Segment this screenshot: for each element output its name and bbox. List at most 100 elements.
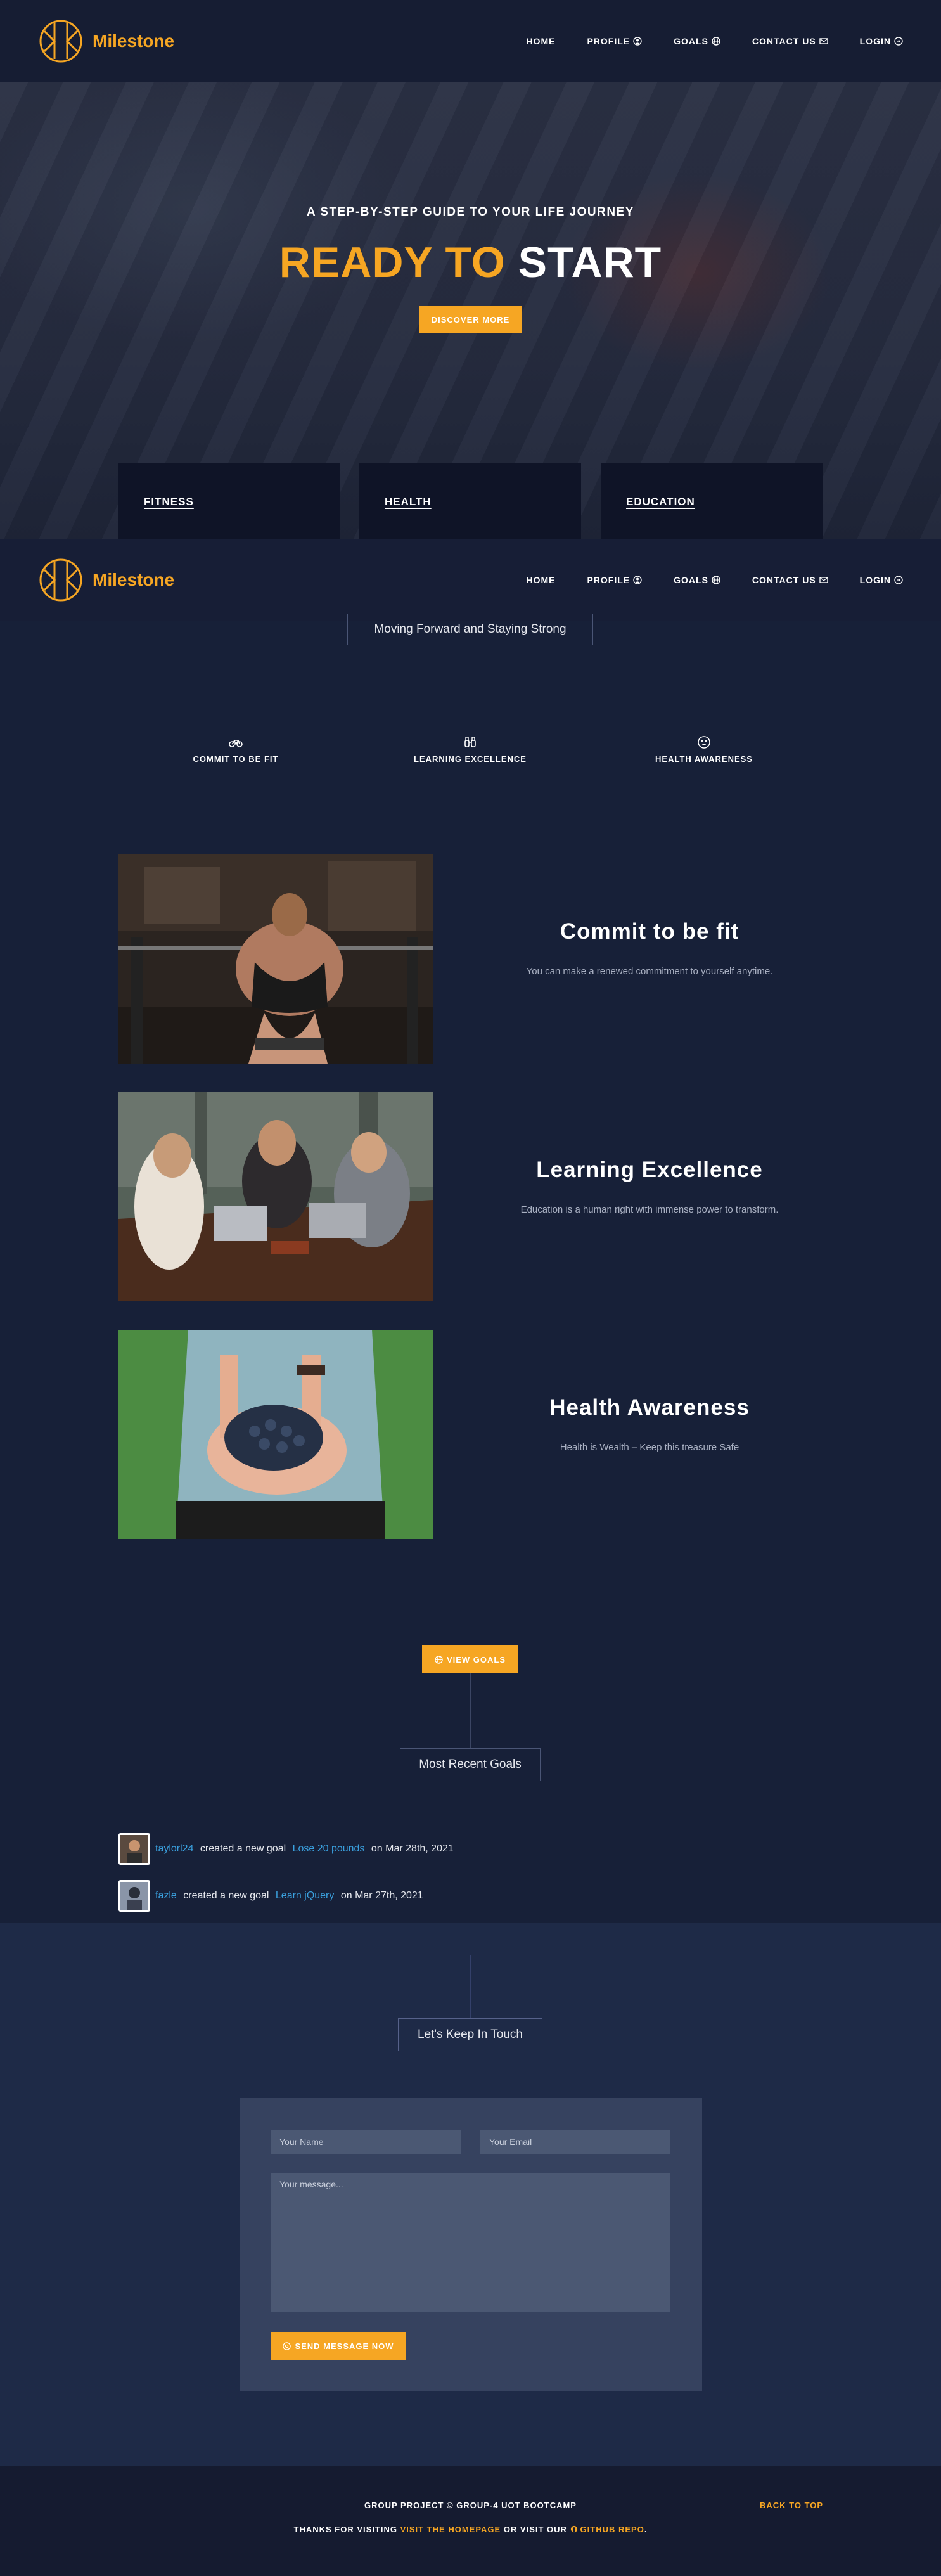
nav-profile-label: PROFILE: [587, 36, 631, 46]
milestone-logo-icon: [39, 558, 82, 602]
avatar[interactable]: [118, 1880, 150, 1912]
brand[interactable]: Milestone: [38, 18, 174, 64]
feature-label: HEALTH AWARENESS: [655, 754, 753, 764]
back-to-top-link[interactable]: BACK TO TOP: [760, 2501, 823, 2510]
bicycle-icon: [229, 740, 243, 747]
login-icon: [894, 37, 903, 46]
sticky-navbar: Milestone HOME PROFILE GOALS CONTACT US …: [0, 539, 941, 621]
hero-section: A STEP-BY-STEP GUIDE TO YOUR LIFE JOURNE…: [0, 82, 941, 539]
user-circle-icon: [633, 576, 642, 584]
feature-label: COMMIT TO BE FIT: [193, 754, 279, 764]
blueberries-hands-photo: [118, 1330, 433, 1539]
footer-or-text: OR VISIT OUR: [501, 2525, 570, 2534]
at-sign-icon: [283, 2341, 291, 2350]
block-text: Health is Wealth – Keep this treasure Sa…: [560, 1442, 739, 1453]
block-title: Learning Excellence: [536, 1157, 763, 1182]
goal-text: created a new goal: [180, 1890, 272, 1901]
category-link-health[interactable]: HEALTH: [385, 496, 432, 508]
section-label-contact: Let's Keep In Touch: [398, 2018, 542, 2051]
hero-subtitle: A STEP-BY-STEP GUIDE TO YOUR LIFE JOURNE…: [307, 205, 634, 219]
hero-title-accent: READY TO: [279, 238, 506, 287]
email-field[interactable]: Your Email: [480, 2130, 670, 2154]
gym-weightlifting-photo: [118, 854, 433, 1064]
category-card-education: EDUCATION: [601, 463, 823, 539]
brand-name: Milestone: [93, 31, 175, 51]
nav-goals-label: GOALS: [674, 36, 708, 46]
nav-home-link[interactable]: HOME: [526, 575, 555, 585]
nav-home-label: HOME: [526, 36, 556, 46]
nav-links: HOME PROFILE GOALS CONTACT US LOGIN: [526, 575, 903, 585]
user-circle-icon: [633, 37, 642, 46]
homepage-link[interactable]: VISIT THE HOMEPAGE: [400, 2525, 501, 2534]
github-icon: [570, 2525, 577, 2533]
nav-login-link[interactable]: LOGIN: [860, 36, 903, 46]
hero-title: READY TO START: [0, 238, 941, 287]
goal-user-link[interactable]: taylorl24: [155, 1843, 193, 1855]
nav-login-label: LOGIN: [859, 36, 891, 46]
github-repo-link[interactable]: GITHUB REPO: [580, 2525, 644, 2534]
nav-contact-link[interactable]: CONTACT US: [752, 36, 828, 46]
nav-contact-label: CONTACT US: [752, 575, 816, 585]
section-label-intro: Moving Forward and Staying Strong: [347, 614, 593, 645]
students-laptops-photo: [118, 1092, 433, 1301]
students-illustration: [118, 1092, 433, 1301]
feature-health-awareness: HEALTH AWARENESS: [622, 735, 786, 764]
brand-name: Milestone: [93, 570, 175, 589]
name-field[interactable]: Your Name: [271, 2130, 461, 2154]
feature-label: LEARNING EXCELLENCE: [414, 754, 527, 764]
nav-profile-link[interactable]: PROFILE: [587, 575, 642, 585]
nav-profile-link[interactable]: PROFILE: [587, 36, 642, 46]
envelope-icon: [819, 38, 828, 44]
globe-icon: [435, 1655, 443, 1664]
footer-thanks: THANKS FOR VISITING VISIT THE HOMEPAGE O…: [0, 2525, 941, 2534]
envelope-icon: [819, 577, 828, 583]
goal-date: on Mar 27th, 2021: [338, 1890, 423, 1901]
globe-icon: [712, 576, 720, 584]
binoculars-icon: [464, 737, 476, 747]
user-avatar-image: [120, 1835, 148, 1863]
nav-home-link[interactable]: HOME: [526, 36, 555, 46]
block-title: Health Awareness: [549, 1395, 750, 1420]
user-avatar-image: [120, 1882, 148, 1910]
category-link-education[interactable]: EDUCATION: [626, 496, 695, 508]
nav-profile-label: PROFILE: [587, 575, 631, 585]
feature-commit-fit: COMMIT TO BE FIT: [153, 735, 318, 764]
goal-title-link[interactable]: Lose 20 pounds: [293, 1843, 365, 1855]
gym-illustration: [118, 854, 433, 1064]
view-goals-label: VIEW GOALS: [446, 1654, 506, 1665]
divider-line: [470, 1955, 471, 2019]
nav-login-link[interactable]: LOGIN: [860, 575, 903, 585]
brand[interactable]: Milestone: [38, 557, 174, 603]
footer-period: .: [644, 2525, 648, 2534]
feature-learning-excellence: LEARNING EXCELLENCE: [388, 735, 553, 764]
smile-icon: [698, 736, 710, 749]
divider-line: [470, 1673, 471, 1748]
goal-user-link[interactable]: fazle: [155, 1890, 177, 1902]
nav-login-label: LOGIN: [859, 575, 891, 585]
category-card-health: HEALTH: [359, 463, 581, 539]
nav-goals-link[interactable]: GOALS: [674, 575, 720, 585]
nav-contact-link[interactable]: CONTACT US: [752, 575, 828, 585]
avatar[interactable]: [118, 1833, 150, 1865]
login-icon: [894, 576, 903, 584]
block-text: Education is a human right with immense …: [520, 1204, 779, 1215]
hero-title-rest: START: [505, 238, 662, 287]
goal-title-link[interactable]: Learn jQuery: [276, 1890, 335, 1902]
view-goals-button[interactable]: VIEW GOALS: [422, 1645, 518, 1673]
message-field[interactable]: Your message...: [271, 2173, 670, 2312]
discover-more-button[interactable]: DISCOVER MORE: [419, 306, 522, 333]
footer: [0, 2466, 941, 2576]
nav-home-label: HOME: [526, 575, 556, 585]
footer-thanks-text: THANKS FOR VISITING: [293, 2525, 400, 2534]
block-text: You can make a renewed commitment to you…: [526, 966, 773, 977]
nav-goals-label: GOALS: [674, 575, 708, 585]
globe-icon: [712, 37, 720, 46]
blueberries-illustration: [118, 1330, 433, 1539]
send-message-button[interactable]: SEND MESSAGE NOW: [271, 2332, 406, 2360]
goal-activity-item: taylorl24 created a new goal Lose 20 pou…: [118, 1833, 454, 1865]
top-navbar: Milestone HOME PROFILE GOALS CONTACT US …: [0, 0, 941, 82]
send-message-label: SEND MESSAGE NOW: [295, 2341, 394, 2351]
category-link-fitness[interactable]: FITNESS: [144, 496, 194, 508]
goal-date: on Mar 28th, 2021: [368, 1843, 454, 1854]
nav-goals-link[interactable]: GOALS: [674, 36, 720, 46]
